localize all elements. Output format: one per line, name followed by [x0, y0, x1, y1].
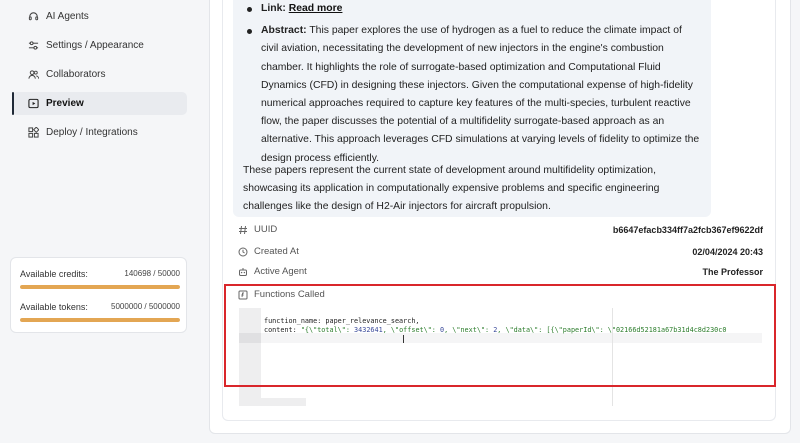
sidebar-item-preview[interactable]: Preview	[12, 92, 187, 115]
sliders-icon	[28, 40, 39, 51]
grid-icon	[28, 127, 39, 138]
hash-icon	[238, 225, 248, 235]
created-at-label: Created At	[254, 246, 299, 257]
sidebar: AI Agents Settings / Appearance Collabor…	[0, 0, 196, 443]
text-cursor	[403, 335, 404, 343]
active-agent-value: The Professor	[702, 266, 763, 277]
created-at-value: 02/04/2024 20:43	[692, 246, 763, 257]
summary-text: These papers represent the current state…	[243, 165, 660, 212]
sidebar-item-settings[interactable]: Settings / Appearance	[12, 34, 187, 57]
message-card: Link: Read more Abstract: This paper exp…	[222, 0, 776, 421]
horizontal-scrollbar[interactable]	[261, 398, 306, 406]
functions-called-header: Functions Called	[238, 289, 325, 300]
link-item: Link: Read more	[247, 0, 701, 18]
tokens-row: Available tokens: 5000000 / 5000000	[20, 302, 180, 312]
credits-progress-bar	[20, 285, 180, 289]
editor-active-line	[261, 333, 762, 343]
gutter-active-line	[239, 333, 261, 343]
code-line-2: content: "{\"total\": 3432641, \"offset\…	[264, 325, 727, 334]
uuid-row: UUID b6647efacb334ff7a2fcb367ef9622df	[238, 224, 763, 235]
preview-panel: Link: Read more Abstract: This paper exp…	[209, 0, 791, 434]
editor-gutter	[239, 308, 261, 406]
headset-icon	[28, 11, 39, 22]
assistant-message: Link: Read more Abstract: This paper exp…	[233, 0, 711, 217]
play-icon	[28, 98, 39, 109]
paper-details-list: Link: Read more Abstract: This paper exp…	[247, 0, 701, 168]
active-agent-row: Active Agent The Professor	[238, 266, 763, 277]
code-line-1: function_name: paper_relevance_search,	[264, 317, 420, 325]
clock-icon	[238, 247, 248, 257]
abstract-label: Abstract:	[261, 25, 307, 37]
robot-icon	[238, 267, 248, 277]
credits-row: Available credits: 140698 / 50000	[20, 269, 180, 279]
tokens-label: Available tokens:	[20, 302, 88, 312]
credits-value: 140698 / 50000	[124, 269, 180, 278]
function-icon	[238, 290, 248, 300]
tokens-progress-bar	[20, 318, 180, 322]
created-at-row: Created At 02/04/2024 20:43	[238, 246, 763, 257]
uuid-label: UUID	[254, 224, 278, 235]
sidebar-item-label: Collaborators	[46, 69, 106, 80]
abstract-item: Abstract: This paper explores the use of…	[247, 22, 701, 168]
tokens-progress-fill	[20, 318, 180, 322]
abstract-text: This paper explores the use of hydrogen …	[261, 25, 700, 164]
sidebar-item-label: AI Agents	[46, 11, 89, 22]
sidebar-item-label: Deploy / Integrations	[46, 127, 138, 138]
code-content: function_name: paper_relevance_search, c…	[264, 317, 726, 334]
credits-label: Available credits:	[20, 269, 88, 279]
read-more-link[interactable]: Read more	[289, 3, 343, 14]
code-editor[interactable]: function_name: paper_relevance_search, c…	[239, 308, 762, 406]
uuid-value: b6647efacb334ff7a2fcb367ef9622df	[612, 224, 763, 235]
sidebar-item-label: Preview	[46, 98, 84, 109]
usage-panel: Available credits: 140698 / 50000 Availa…	[10, 257, 187, 333]
credits-progress-fill	[20, 285, 180, 289]
users-icon	[28, 69, 39, 80]
functions-called-label: Functions Called	[254, 289, 325, 300]
sidebar-item-collaborators[interactable]: Collaborators	[12, 63, 187, 86]
link-label: Link:	[261, 3, 286, 14]
sidebar-item-label: Settings / Appearance	[46, 40, 144, 51]
active-agent-label: Active Agent	[254, 266, 307, 277]
tokens-value: 5000000 / 5000000	[111, 302, 180, 311]
sidebar-item-ai-agents[interactable]: AI Agents	[12, 5, 187, 28]
sidebar-item-deploy[interactable]: Deploy / Integrations	[12, 121, 187, 144]
